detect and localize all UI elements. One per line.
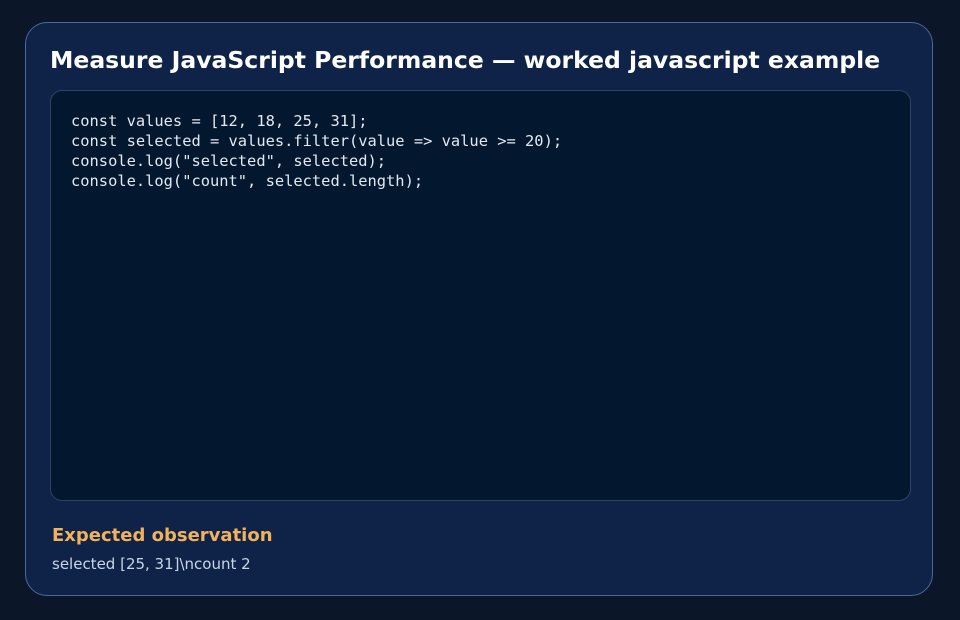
code-block: const values = [12, 18, 25, 31]; const s… (50, 90, 911, 501)
example-card: Measure JavaScript Performance — worked … (25, 22, 933, 596)
page-title: Measure JavaScript Performance — worked … (50, 46, 881, 74)
code-text[interactable]: const values = [12, 18, 25, 31]; const s… (71, 111, 562, 191)
expected-observation-heading: Expected observation (52, 525, 273, 546)
expected-observation-text: selected [25, 31]\ncount 2 (52, 555, 251, 573)
